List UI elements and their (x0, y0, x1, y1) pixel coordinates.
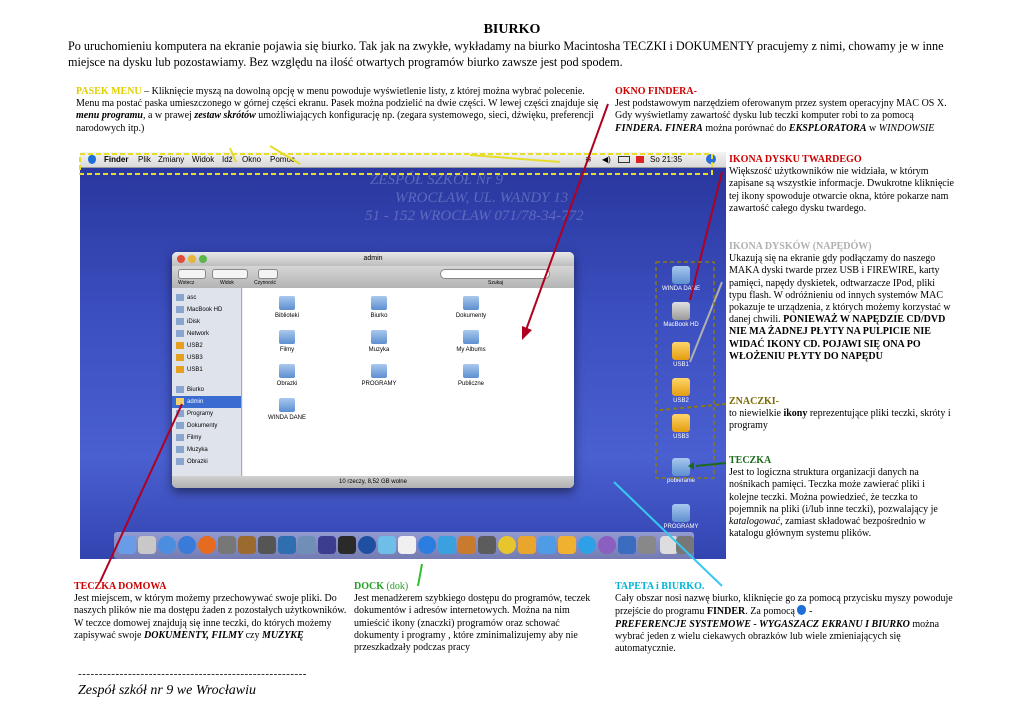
icons-arrow (659, 403, 727, 411)
menu-bar-highlight (79, 153, 713, 175)
annotation-arrows (79, 103, 727, 587)
finder-arrow (525, 103, 609, 331)
menu-bar-arrow-3 (469, 154, 561, 163)
folder-arrow (695, 462, 727, 467)
dock-arrow (417, 563, 423, 587)
hard-disk-arrow (689, 171, 723, 301)
drives-arrow (689, 281, 723, 363)
folder-arrowhead (688, 462, 694, 470)
finder-arrowhead (522, 326, 532, 340)
icons-highlight (655, 261, 715, 479)
wallpaper-arrow (613, 481, 723, 587)
home-folder-arrow (99, 403, 183, 583)
